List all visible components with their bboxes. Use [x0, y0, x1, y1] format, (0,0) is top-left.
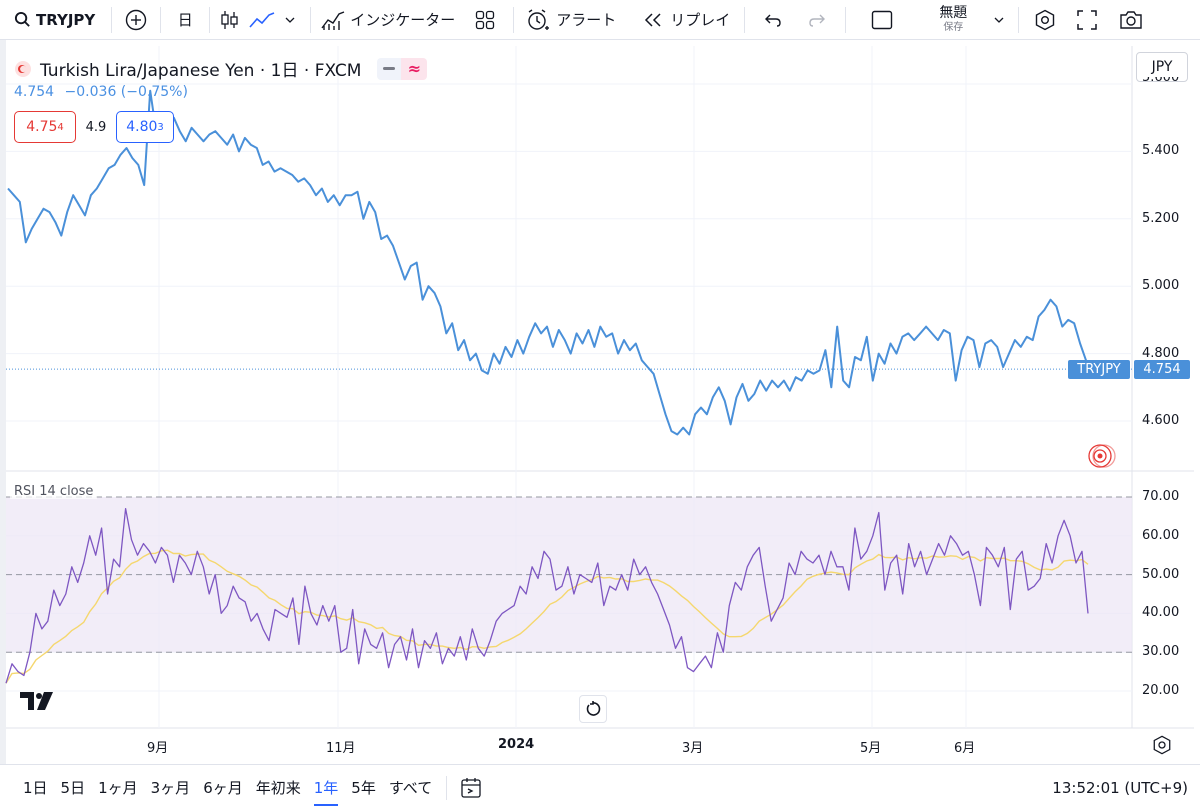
last-price-tag: 4.754 [1134, 360, 1190, 379]
rsi-axis-label: 30.00 [1142, 644, 1180, 660]
reset-icon [586, 701, 601, 716]
price-axis-label: 5.600 [1142, 77, 1180, 85]
last-price: 4.754 [14, 84, 55, 100]
spread-value: 4.9 [78, 111, 114, 143]
symbol-tag-label: TRYJPY [1077, 362, 1121, 377]
timeframe-1年[interactable]: 1年 [313, 777, 338, 806]
axis-settings-button[interactable] [1152, 735, 1174, 757]
buy-price-superscript: 3 [157, 121, 164, 133]
sell-button[interactable]: 4.75 4 [14, 111, 76, 143]
symbol-price-tag: TRYJPY [1068, 360, 1130, 379]
rsi-legend[interactable]: RSI 14 close [10, 484, 98, 499]
price-axis-label: 4.600 [1142, 413, 1180, 428]
time-axis-label: 6月 [954, 741, 976, 756]
rsi-axis-label: 40.00 [1142, 605, 1180, 621]
spread-label: 4.9 [85, 119, 107, 135]
time-axis-label: 5月 [860, 741, 882, 756]
sell-price: 4.75 [26, 119, 58, 135]
timeframe-bar: 1日 5日 1ヶ月 3ヶ月 6ヶ月 年初来 1年 5年 すべて 13:52:01 (UTC+9) [0, 764, 1200, 810]
chart-legend: Turkish Lira/Japanese Yen · 1日 · FXCM ≈ [14, 56, 428, 81]
time-axis-label: 3月 [682, 741, 704, 756]
timeframe-3ヶ月[interactable]: 3ヶ月 [151, 777, 191, 798]
time-axis-label: 9月 [147, 741, 169, 756]
realtime-target-button[interactable] [1087, 442, 1117, 470]
wave-indicator-button[interactable]: ≈ [401, 57, 428, 80]
hide-legend-button[interactable] [377, 57, 402, 80]
currency-label: JPY [1151, 59, 1173, 75]
timeframe-5年[interactable]: 5年 [351, 777, 376, 798]
time-axis-label: 2024 [498, 737, 535, 752]
clock-label: 13:52:01 (UTC+9) [1052, 778, 1188, 797]
rsi-axis-label: 60.00 [1142, 527, 1180, 543]
legend-price-row: 4.754 −0.036 (−0.75%) [14, 84, 188, 100]
symbol-title: Turkish Lira/Japanese Yen · 1日 · FXCM [40, 61, 362, 81]
price-axis-label: 5.400 [1142, 143, 1180, 159]
last-price-tag-label: 4.754 [1143, 362, 1181, 377]
rsi-label-text: RSI 14 close [14, 484, 94, 499]
price-axis-label: 5.200 [1142, 210, 1180, 226]
turkey-flag-icon [15, 60, 31, 77]
target-icon [1088, 444, 1116, 468]
time-axis-label: 11月 [326, 741, 356, 756]
timeframe-すべて[interactable]: すべて [389, 777, 432, 798]
buy-button[interactable]: 4.80 3 [116, 111, 174, 143]
date-range-button[interactable] [459, 776, 483, 800]
buy-price: 4.80 [126, 119, 158, 135]
sell-price-superscript: 4 [57, 121, 64, 133]
timeframe-5日[interactable]: 5日 [61, 777, 86, 798]
timeframe-1ヶ月[interactable]: 1ヶ月 [98, 777, 138, 798]
price-change: −0.036 (−0.75%) [64, 84, 188, 100]
tv-logo-icon [20, 692, 53, 710]
calendar-range-icon [461, 777, 481, 798]
minus-icon [383, 66, 396, 70]
hexagon-settings-icon [1153, 735, 1171, 755]
clock[interactable]: 13:52:01 (UTC+9) [1052, 779, 1188, 797]
price-axis-label: 4.800 [1142, 345, 1180, 361]
toolbar-divider [446, 775, 448, 800]
price-chart[interactable] [0, 0, 1200, 764]
price-axis-label: 5.000 [1142, 278, 1180, 294]
wave-icon: ≈ [407, 59, 422, 78]
rsi-axis-label: 70.00 [1142, 489, 1180, 504]
tradingview-logo [20, 692, 56, 716]
timeframe-1日[interactable]: 1日 [23, 777, 48, 798]
rsi-axis-label: 20.00 [1142, 683, 1180, 698]
rsi-axis-label: 50.00 [1142, 566, 1180, 582]
reset-chart-button[interactable] [579, 695, 607, 723]
timeframe-年初来[interactable]: 年初来 [256, 777, 301, 798]
timeframe-6ヶ月[interactable]: 6ヶ月 [203, 777, 243, 798]
